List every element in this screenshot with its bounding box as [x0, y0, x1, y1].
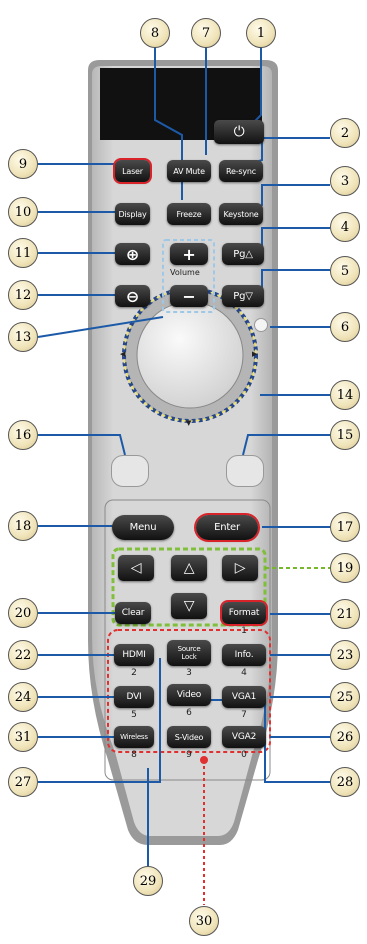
digit-0-label: 0 — [241, 750, 247, 760]
power-button[interactable]: ⏻ — [214, 120, 264, 144]
format-button[interactable]: Format — [222, 602, 266, 624]
digit-2-label: 2 — [131, 668, 137, 678]
callout-16: 16 — [8, 420, 38, 450]
callout-30: 30 — [189, 906, 219, 936]
callout-9: 9 — [8, 149, 38, 179]
callout-22: 22 — [8, 640, 38, 670]
zoom-out-button[interactable]: ⊖ — [115, 285, 150, 307]
source-lock-label-line2: Lock — [181, 653, 197, 661]
wheel-left-arrow-icon[interactable]: ◀ — [120, 350, 125, 358]
callout-31: 31 — [8, 722, 38, 752]
zoom-in-button[interactable]: ⊕ — [115, 243, 150, 265]
callout-13: 13 — [8, 322, 38, 352]
volume-label: Volume — [170, 268, 200, 277]
source-lock-button[interactable]: Source Lock — [167, 640, 211, 666]
keystone-button[interactable]: Keystone — [219, 203, 263, 225]
resync-button[interactable]: Re-sync — [219, 160, 263, 182]
remote-body-graphic — [37, 46, 342, 905]
wireless-button[interactable]: Wireless — [114, 726, 154, 748]
callout-17: 17 — [330, 512, 360, 542]
vga2-button[interactable]: VGA2 — [222, 726, 266, 748]
video-button[interactable]: Video — [167, 684, 211, 706]
digit-7-label: 7 — [241, 710, 247, 720]
callout-15: 15 — [330, 420, 360, 450]
clear-button[interactable]: Clear — [115, 602, 151, 624]
arrow-down-button[interactable]: ▽ — [171, 593, 207, 619]
display-button[interactable]: Display — [115, 203, 150, 225]
page-up-button[interactable]: Pg△ — [222, 243, 264, 265]
dvi-button[interactable]: DVI — [114, 686, 154, 708]
digit-5-label: 5 — [131, 710, 137, 720]
numeric-marker-dot — [200, 756, 208, 764]
page-down-button[interactable]: Pg▽ — [222, 285, 264, 307]
digit-1-label: 1 — [241, 626, 247, 636]
callout-28: 28 — [330, 767, 360, 797]
status-led — [254, 318, 268, 332]
callout-24: 24 — [8, 682, 38, 712]
callout-7: 7 — [191, 18, 221, 48]
callout-23: 23 — [330, 640, 360, 670]
remote-control-diagram: ▲ ▼ ◀ ▶ ⏻ Laser AV Mute Re-sync Display … — [0, 0, 367, 944]
wheel-right-arrow-icon[interactable]: ▶ — [252, 350, 257, 358]
vga1-button[interactable]: VGA1 — [222, 686, 266, 708]
source-lock-label-line1: Source — [177, 645, 201, 653]
digit-3-label: 3 — [186, 668, 192, 678]
callout-10: 10 — [8, 197, 38, 227]
left-mouse-button[interactable] — [111, 455, 149, 487]
digit-8-label: 8 — [131, 750, 137, 760]
callout-1: 1 — [246, 18, 276, 48]
digit-6-label: 6 — [186, 708, 192, 718]
callout-6: 6 — [330, 312, 360, 342]
menu-button[interactable]: Menu — [112, 515, 174, 540]
callout-19: 19 — [330, 553, 360, 583]
laser-button[interactable]: Laser — [115, 160, 150, 182]
callout-4: 4 — [330, 212, 360, 242]
callout-5: 5 — [330, 256, 360, 286]
callout-25: 25 — [330, 682, 360, 712]
callout-8: 8 — [140, 18, 170, 48]
right-mouse-button[interactable] — [226, 455, 264, 487]
hdmi-button[interactable]: HDMI — [114, 644, 154, 666]
enter-button[interactable]: Enter — [196, 515, 258, 540]
wheel-down-arrow-icon[interactable]: ▼ — [186, 419, 191, 427]
callout-27: 27 — [8, 767, 38, 797]
callout-29: 29 — [133, 866, 163, 896]
callout-11: 11 — [8, 238, 38, 268]
callout-21: 21 — [330, 599, 360, 629]
callout-18: 18 — [8, 511, 38, 541]
callout-20: 20 — [8, 598, 38, 628]
callout-3: 3 — [330, 166, 360, 196]
arrow-right-button[interactable]: ▷ — [222, 555, 258, 581]
av-mute-button[interactable]: AV Mute — [167, 160, 211, 182]
arrow-left-button[interactable]: ◁ — [118, 555, 154, 581]
callout-26: 26 — [330, 722, 360, 752]
volume-up-button[interactable]: + — [170, 243, 208, 265]
freeze-button[interactable]: Freeze — [167, 203, 211, 225]
info-button[interactable]: Info. — [222, 644, 266, 666]
callout-12: 12 — [8, 280, 38, 310]
arrow-up-button[interactable]: △ — [171, 555, 207, 581]
volume-down-button[interactable]: − — [170, 285, 208, 307]
callout-14: 14 — [330, 380, 360, 410]
digit-9-label: 9 — [186, 750, 192, 760]
digit-4-label: 4 — [241, 668, 247, 678]
callout-2: 2 — [330, 118, 360, 148]
svideo-button[interactable]: S-Video — [167, 726, 211, 748]
